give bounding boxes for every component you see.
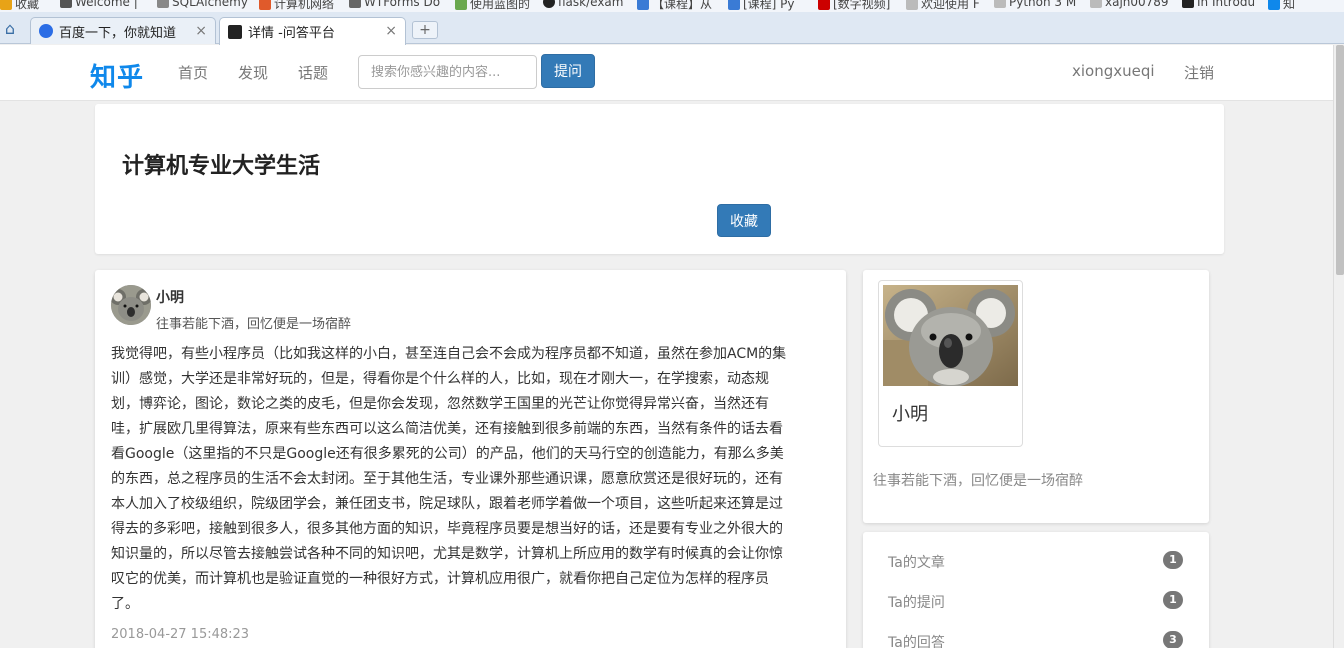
profile-thumb-name: 小明 — [892, 404, 928, 425]
bookmark-favorites[interactable]: 收藏 — [0, 0, 39, 12]
page-icon — [994, 0, 1006, 8]
bookmark-flask-exam[interactable]: flask/exam — [543, 0, 623, 9]
profile-photo — [883, 285, 1018, 386]
bookmark-welcome[interactable]: Welcome | — [60, 0, 138, 9]
stat-answers[interactable]: Ta的回答 3 — [888, 629, 1183, 648]
tab-baidu[interactable]: 百度一下，你就知道 × — [30, 17, 216, 44]
avatar[interactable] — [111, 285, 151, 325]
nav-home-link[interactable]: 首页 — [178, 62, 208, 83]
tab-bar: ⌂ 百度一下，你就知道 × 详情 -问答平台 × + — [0, 12, 1344, 45]
author-name[interactable]: 小明 — [156, 287, 184, 307]
bookmark-video[interactable]: [数字视频] — [818, 0, 890, 12]
close-icon[interactable]: × — [385, 23, 397, 39]
navbar: 知乎 首页 发现 话题 提问 xiongxueqi 注销 — [0, 45, 1333, 101]
zhihu-icon — [1268, 0, 1280, 10]
count-badge: 3 — [1163, 631, 1183, 648]
stat-articles[interactable]: Ta的文章 1 — [888, 549, 1183, 573]
star-icon — [0, 0, 12, 10]
site-icon — [259, 0, 271, 10]
bookmark-course-1[interactable]: 【课程】从 — [637, 0, 712, 12]
favorite-button[interactable]: 收藏 — [717, 204, 771, 237]
site-icon — [818, 0, 830, 10]
ask-button[interactable]: 提问 — [541, 54, 595, 88]
bookmark-zhihu[interactable]: 知 — [1268, 0, 1295, 12]
bookmark-wtforms[interactable]: WTForms Do — [349, 0, 440, 9]
site-icon — [60, 0, 72, 8]
username-link[interactable]: xiongxueqi — [1072, 62, 1155, 80]
bookmark-welcome-f[interactable]: 欢迎使用 F — [906, 0, 980, 12]
stat-label: Ta的文章 — [888, 555, 945, 571]
search-input[interactable] — [358, 55, 537, 89]
sqlalchemy-icon — [157, 0, 169, 8]
nav-topics-link[interactable]: 话题 — [298, 62, 328, 83]
bookmark-intro[interactable]: In Introdu — [1182, 0, 1255, 9]
answer-panel: 小明 往事若能下酒，回忆便是一场宿醉 我觉得吧，有些小程序员（比如我这样的小白，… — [95, 270, 846, 648]
baidu-paw-icon — [39, 24, 53, 38]
stat-questions[interactable]: Ta的提问 1 — [888, 589, 1183, 613]
stat-label: Ta的提问 — [888, 595, 945, 611]
stats-panel: Ta的文章 1 Ta的提问 1 Ta的回答 3 — [863, 532, 1209, 648]
bookmark-python3[interactable]: Python 3 M — [994, 0, 1076, 9]
bookmark-xajh[interactable]: xajh00789 — [1090, 0, 1169, 9]
stat-label: Ta的回答 — [888, 635, 945, 648]
page-icon — [906, 0, 918, 10]
question-panel: 计算机专业大学生活 收藏 — [95, 104, 1224, 254]
profile-thumbnail[interactable]: 小明 — [878, 280, 1023, 447]
page-content: 知乎 首页 发现 话题 提问 xiongxueqi 注销 计算机专业大学生活 收… — [0, 45, 1333, 648]
doc-icon — [349, 0, 361, 8]
logout-link[interactable]: 注销 — [1184, 62, 1214, 83]
site-icon — [455, 0, 467, 10]
bookmark-course-2[interactable]: [课程] Py — [728, 0, 795, 12]
count-badge: 1 — [1163, 591, 1183, 609]
scrollbar-thumb[interactable] — [1336, 45, 1344, 275]
github-icon — [543, 0, 555, 8]
profile-motto: 往事若能下酒，回忆便是一场宿醉 — [873, 473, 1083, 489]
terminal-icon — [228, 24, 242, 39]
site-icon — [728, 0, 740, 10]
bookmark-sqlalchemy[interactable]: SQLAlchemy — [157, 0, 248, 9]
question-title: 计算机专业大学生活 — [122, 154, 321, 179]
count-badge: 1 — [1163, 551, 1183, 569]
close-icon[interactable]: × — [195, 23, 207, 39]
bookmark-blueprint[interactable]: 使用蓝图的 — [455, 0, 530, 12]
brand-logo[interactable]: 知乎 — [90, 57, 144, 94]
author-motto: 往事若能下酒，回忆便是一场宿醉 — [156, 317, 352, 332]
site-icon — [637, 0, 649, 10]
tab-title: 详情 -问答平台 — [248, 26, 335, 41]
bookmarks-bar: 收藏 Welcome | SQLAlchemy 计算机网络 WTForms Do… — [0, 0, 1344, 12]
new-tab-button[interactable]: + — [412, 21, 438, 39]
tab-detail[interactable]: 详情 -问答平台 × — [219, 17, 406, 45]
home-icon[interactable]: ⌂ — [0, 18, 20, 38]
page-icon — [1090, 0, 1102, 8]
vertical-scrollbar[interactable] — [1333, 45, 1344, 648]
tab-title: 百度一下，你就知道 — [59, 25, 177, 41]
answer-timestamp: 2018-04-27 15:48:23 — [111, 627, 250, 642]
answer-body: 我觉得吧，有些小程序员（比如我这样的小白，甚至连自己会不会成为程序员都不知道，虽… — [111, 346, 787, 612]
profile-panel: 小明 往事若能下酒，回忆便是一场宿醉 — [863, 270, 1209, 523]
terminal-icon — [1182, 0, 1194, 8]
bookmark-network[interactable]: 计算机网络 — [259, 0, 334, 12]
nav-discover-link[interactable]: 发现 — [238, 62, 268, 83]
